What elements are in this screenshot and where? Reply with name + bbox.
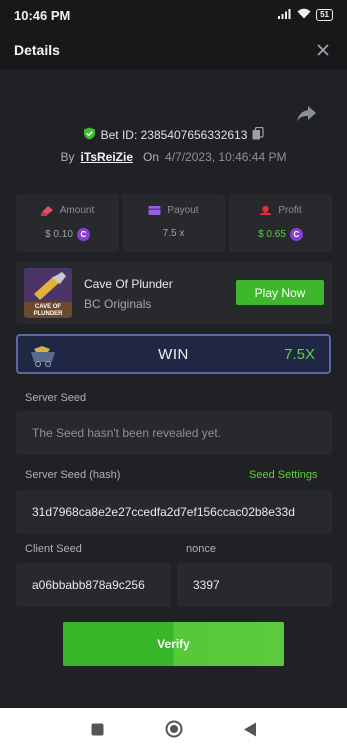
- recents-button[interactable]: [87, 718, 109, 740]
- system-nav-bar: [0, 708, 347, 750]
- status-bar: 10:46 PM 51: [0, 0, 347, 30]
- back-triangle-icon: [243, 722, 256, 736]
- status-icons: 51: [278, 6, 333, 24]
- verify-button[interactable]: Verify: [63, 622, 284, 666]
- home-button[interactable]: [163, 718, 185, 740]
- play-now-button[interactable]: Play Now: [236, 280, 324, 305]
- coin-icon: C: [76, 228, 90, 241]
- shield-check-icon: [83, 127, 96, 143]
- client-seed-label: Client Seed: [25, 543, 82, 555]
- payout-stat: Payout 7.5 x: [122, 194, 225, 252]
- circle-icon: [165, 720, 182, 738]
- client-seed-field[interactable]: a06bbabb878a9c256: [16, 563, 171, 607]
- bet-date: 4/7/2023, 10:46:44 PM: [165, 150, 287, 164]
- battery-icon: 51: [316, 9, 333, 21]
- amount-value: $ 0.10: [45, 229, 73, 240]
- payout-value: 7.5 x: [162, 228, 185, 239]
- svg-text:PLUNDER: PLUNDER: [33, 311, 63, 317]
- game-thumbnail[interactable]: CAVE OF PLUNDER: [24, 268, 72, 318]
- copy-button[interactable]: [252, 126, 264, 143]
- nonce-field[interactable]: 3397: [177, 563, 332, 607]
- svg-text:CAVE OF: CAVE OF: [35, 304, 62, 310]
- result-banner: WIN 7.5X: [16, 334, 331, 374]
- game-card: CAVE OF PLUNDER Cave Of Plunder BC Origi…: [16, 262, 332, 324]
- back-button[interactable]: [239, 718, 261, 740]
- by-label: By: [60, 150, 75, 164]
- coin-icon: C: [289, 228, 303, 241]
- payout-icon: [148, 206, 161, 215]
- amount-stat: Amount $ 0.10 C: [16, 194, 119, 252]
- result-multiplier: 7.5X: [284, 346, 315, 363]
- server-seed-field[interactable]: The Seed hasn't been revealed yet.: [16, 411, 332, 455]
- page-title: Details: [14, 42, 60, 58]
- profit-label: Profit: [278, 205, 302, 216]
- amount-icon: [40, 206, 53, 216]
- server-seed-hash-label: Server Seed (hash): [25, 469, 121, 481]
- bet-author-row: By iTsReiZie On 4/7/2023, 10:46:44 PM: [0, 150, 347, 164]
- share-button[interactable]: [296, 104, 318, 124]
- profit-icon: [259, 205, 272, 215]
- profit-value: $ 0.65: [258, 229, 286, 240]
- nonce-label: nonce: [186, 543, 216, 555]
- wifi-icon: [297, 6, 311, 24]
- server-seed-hash-field[interactable]: 31d7968ca8e2e27ccedfa2d7ef156ccac02b8e33…: [16, 490, 332, 534]
- share-icon: [297, 106, 316, 122]
- amount-label: Amount: [59, 205, 95, 216]
- status-time: 10:46 PM: [14, 7, 71, 23]
- details-header: Details: [0, 30, 347, 70]
- close-button[interactable]: [313, 40, 333, 60]
- profit-stat: Profit $ 0.65 C: [229, 194, 332, 252]
- bet-id-row: Bet ID: 2385407656332613: [0, 126, 347, 143]
- payout-label: Payout: [167, 205, 199, 216]
- square-icon: [91, 723, 104, 735]
- result-label: WIN: [158, 346, 189, 363]
- on-label: On: [143, 150, 160, 164]
- signal-icon: [278, 6, 292, 24]
- server-seed-label: Server Seed: [25, 392, 87, 404]
- user-link[interactable]: iTsReiZie: [81, 150, 133, 164]
- copy-icon: [252, 126, 264, 140]
- game-provider: BC Originals: [84, 297, 152, 311]
- seed-settings-link[interactable]: Seed Settings: [249, 469, 318, 481]
- bet-id: Bet ID: 2385407656332613: [100, 128, 248, 142]
- game-title: Cave Of Plunder: [84, 277, 173, 291]
- close-icon: [317, 44, 329, 56]
